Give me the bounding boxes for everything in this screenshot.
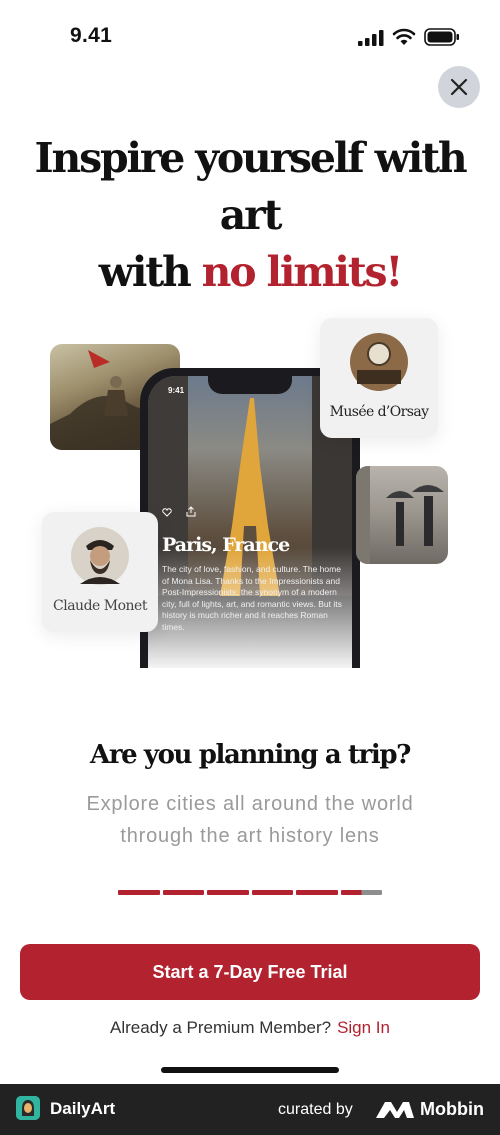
city-title: Paris, France (162, 534, 290, 556)
title-line-2: with no limits! (0, 244, 500, 301)
attribution-footer: DailyArt curated by Mobbin (0, 1084, 500, 1135)
page-title: Inspire yourself with art with no limits… (0, 130, 500, 301)
artist-label: Claude Monet (53, 598, 147, 614)
onboarding-progress (118, 890, 382, 895)
app-logo-icon (16, 1096, 40, 1120)
phone-time: 9:41 (168, 386, 185, 395)
painting-rainy-street (356, 466, 444, 564)
phone-notch (208, 376, 292, 394)
signin-prompt: Already a Premium Member? (109, 1018, 332, 1037)
title-accent: no limits! (201, 248, 404, 296)
painting-paris-street (356, 466, 448, 564)
section-description: Explore cities all around the world thro… (86, 793, 414, 847)
share-icon (186, 506, 196, 517)
status-bar: 9.41 (0, 0, 500, 70)
museum-card: Musée d’Orsay (320, 318, 438, 438)
progress-step (296, 890, 338, 895)
mobbin-logo-icon (376, 1102, 414, 1118)
battery-icon (424, 28, 459, 46)
title-line-1: Inspire yourself with art (34, 134, 468, 239)
progress-step (251, 890, 293, 895)
feature-illustration: 9:41 Paris, France The city of love, fas… (0, 300, 500, 690)
progress-step-current (340, 890, 382, 895)
heart-icon (162, 508, 172, 517)
home-indicator (161, 1067, 339, 1073)
footer-app-name: DailyArt (50, 1099, 116, 1118)
signin-row: Already a Premium Member? Sign In (0, 1018, 500, 1038)
close-icon (450, 78, 468, 96)
status-time: 9.41 (70, 24, 113, 47)
footer-curated-by: curated by (278, 1101, 353, 1118)
artist-card: Claude Monet (42, 512, 158, 632)
museum-label: Musée d’Orsay (329, 404, 429, 420)
signal-icon (358, 30, 384, 46)
title-plain: with (98, 248, 202, 296)
section-subtitle: Are you planning a trip? (90, 740, 411, 770)
artist-avatar (71, 527, 129, 585)
progress-step (162, 890, 204, 895)
wifi-icon (392, 28, 416, 45)
progress-step (207, 890, 249, 895)
progress-step (118, 890, 160, 895)
museum-avatar (350, 333, 408, 391)
signin-link[interactable]: Sign In (337, 1018, 390, 1037)
footer-brand: Mobbin (420, 1099, 484, 1119)
app-logo (16, 1096, 40, 1120)
start-trial-button[interactable]: Start a 7-Day Free Trial (20, 944, 480, 1000)
close-button[interactable] (438, 66, 480, 108)
city-description: The city of love, fashion, and culture. … (162, 564, 342, 632)
